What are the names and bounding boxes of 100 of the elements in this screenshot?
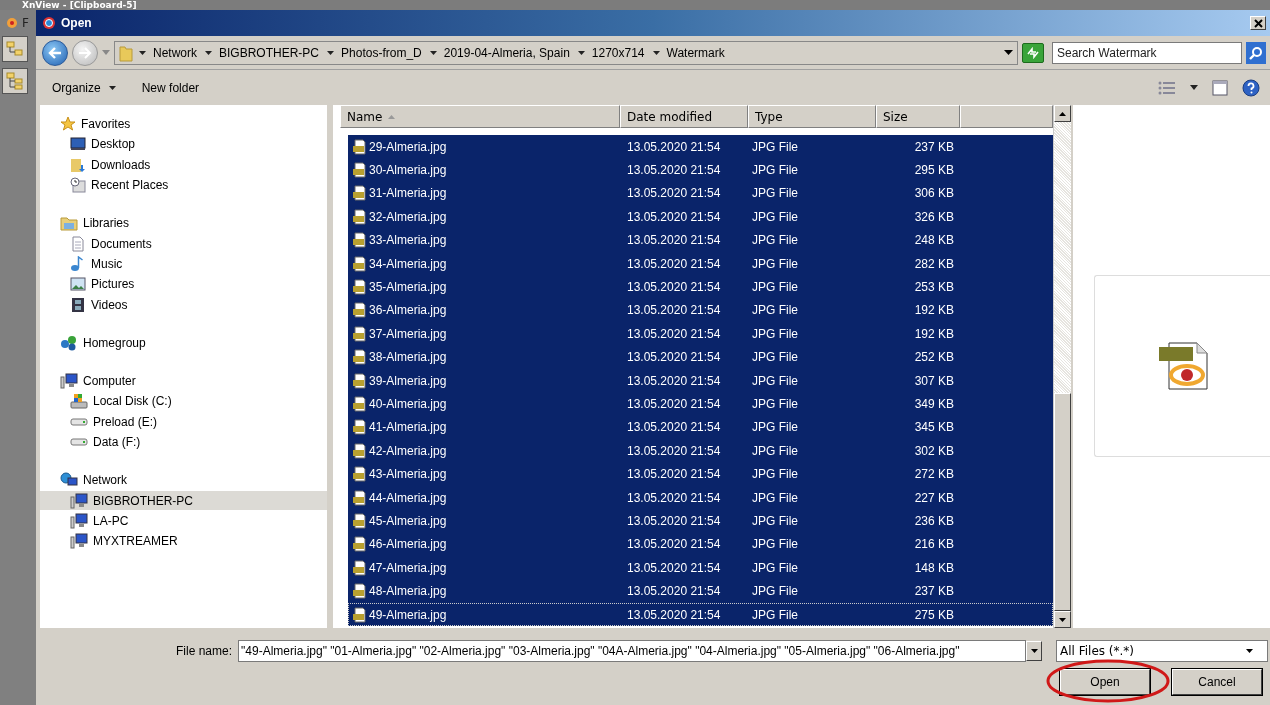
dropdown-button[interactable] [1026,641,1043,661]
file-row[interactable]: 39-Almeria.jpg 13.05.2020 21:54 JPG File 307 KB [348,368,1053,393]
caret-icon[interactable] [652,50,660,55]
table-cell: 272 KB [914,467,954,482]
breadcrumb-item[interactable]: BIGBROTHER-PC [217,45,322,60]
caret-icon[interactable] [429,50,437,55]
column-header[interactable]: Type [748,105,876,128]
table-cell: 192 KB [914,326,954,341]
file-row[interactable]: 38-Almeria.jpg 13.05.2020 21:54 JPG File 252 KB [348,345,1053,369]
file-row[interactable]: 40-Almeria.jpg 13.05.2020 21:54 JPG File 349 KB [348,392,1053,416]
file-row[interactable]: 32-Almeria.jpg 13.05.2020 21:54 JPG File 326 KB [348,205,1053,229]
folder-tree-button[interactable] [2,68,28,94]
breadcrumb-item[interactable]: 1270x714 [589,45,647,60]
close-button[interactable] [1250,16,1266,30]
dialog-button[interactable]: Cancel [1172,669,1262,695]
table-cell: 148 KB [914,560,954,575]
file-row[interactable]: 35-Almeria.jpg 13.05.2020 21:54 JPG File 253 KB [348,275,1053,299]
menu-item[interactable]: F [22,16,29,30]
nav-item[interactable]: Music [40,254,327,274]
forward-button[interactable] [72,39,98,66]
table-cell: 13.05.2020 21:54 [627,373,721,388]
table-cell: 34-Almeria.jpg [369,256,447,271]
nav-item[interactable]: Pictures [40,275,327,294]
breadcrumb-item[interactable]: Network [151,45,199,60]
scrollbar-thumb[interactable] [1054,393,1071,611]
table-cell: 237 KB [914,584,954,599]
nav-item[interactable]: BIGBROTHER-PC [40,491,327,510]
file-row[interactable]: 34-Almeria.jpg 13.05.2020 21:54 JPG File 282 KB [348,251,1053,276]
dialog-button[interactable]: Open [1060,669,1150,695]
nav-item[interactable]: Network [40,471,327,490]
file-row[interactable]: 42-Almeria.jpg 13.05.2020 21:54 JPG File 302 KB [348,439,1053,463]
caret-icon[interactable] [1190,85,1198,90]
nav-item[interactable]: MYXTREAMER [40,532,327,551]
nav-item[interactable]: Recent Places [40,175,327,195]
caret-icon[interactable] [1004,50,1013,55]
table-cell: 47-Almeria.jpg [369,560,447,575]
refresh-button[interactable] [1022,42,1044,63]
nav-item[interactable]: Local Disk (C:) [40,392,327,411]
nav-item[interactable]: Homegroup [40,333,327,352]
file-row[interactable]: 29-Almeria.jpg 13.05.2020 21:54 JPG File 237 KB [348,135,1053,159]
jpg-file-icon [352,396,366,412]
nav-item[interactable]: Desktop [40,135,327,154]
back-button[interactable] [42,39,68,66]
file-row[interactable]: 36-Almeria.jpg 13.05.2020 21:54 JPG File 192 KB [348,298,1053,323]
file-row[interactable]: 47-Almeria.jpg 13.05.2020 21:54 JPG File 148 KB [348,556,1053,580]
caret-icon[interactable] [139,50,146,55]
table-cell: 35-Almeria.jpg [369,280,447,295]
column-header[interactable]: Date modified [620,105,748,128]
breadcrumb-item[interactable]: Watermark [664,45,727,60]
jpg-file-icon [352,302,366,319]
caret-icon[interactable] [327,50,335,55]
search-field[interactable]: Search Watermark [1052,41,1242,64]
table-cell: 326 KB [914,209,954,224]
file-row[interactable]: 44-Almeria.jpg 13.05.2020 21:54 JPG File 227 KB [348,485,1053,510]
column-header[interactable] [960,105,1053,128]
scrollbar[interactable] [1053,105,1071,628]
breadcrumb-item[interactable]: Photos-from_D [339,45,424,60]
toolbar-button[interactable]: Organize [50,78,118,97]
scroll-down-button[interactable] [1054,611,1071,628]
nav-item[interactable]: Data (F:) [40,432,327,452]
file-row[interactable]: 43-Almeria.jpg 13.05.2020 21:54 JPG File 272 KB [348,462,1053,486]
caret-icon[interactable] [577,50,585,55]
nav-item[interactable]: Libraries [40,214,327,233]
file-row[interactable]: 33-Almeria.jpg 13.05.2020 21:54 JPG File 248 KB [348,228,1053,252]
column-header[interactable]: Size [876,105,960,128]
column-header[interactable]: Name [340,105,620,128]
nav-item[interactable]: Downloads [40,155,327,174]
toolbar-button[interactable]: New folder [139,78,202,97]
table-cell: 345 KB [914,420,954,435]
caret-icon[interactable] [205,50,212,55]
file-name-field[interactable]: "49-Almeria.jpg" "01-Almeria.jpg" "02-Almeria.jpg" "03-Almeria.jpg" "04A-Almeria.jpg" "04-Almeria.jpg" "05-Almeria.jpg" "06-Almeria.jpg" [238,640,1027,662]
file-row[interactable]: 48-Almeria.jpg 13.05.2020 21:54 JPG File 237 KB [348,579,1053,603]
table-cell: JPG File [752,513,798,528]
nav-item[interactable]: Computer [40,371,327,391]
search-button[interactable] [1246,41,1266,64]
folder-download-icon [70,156,86,173]
breadcrumb-item[interactable]: 2019-04-Almeria, Spain [441,45,572,60]
table-cell: 13.05.2020 21:54 [627,584,721,599]
table-cell: 13.05.2020 21:54 [627,303,721,318]
file-type-dropdown[interactable]: All Files (*.*) [1056,640,1269,662]
address-bar[interactable]: Network BIGBROTHER-PC Photos-from_D 2019-04-Almeria, Spain 1270x714 Watermark [114,40,1018,65]
scroll-up-button[interactable] [1054,105,1071,122]
table-cell: 13.05.2020 21:54 [627,186,721,201]
nav-item[interactable]: Videos [40,295,327,314]
nav-item[interactable]: Favorites [40,115,327,134]
file-row[interactable]: 30-Almeria.jpg 13.05.2020 21:54 JPG File 295 KB [348,158,1053,182]
file-row[interactable]: 45-Almeria.jpg 13.05.2020 21:54 JPG File 236 KB [348,509,1053,533]
nav-item[interactable]: Documents [40,234,327,253]
table-cell: JPG File [752,163,798,178]
file-row[interactable]: 49-Almeria.jpg 13.05.2020 21:54 JPG File 275 KB [348,602,1053,627]
nav-item[interactable]: Preload (E:) [40,412,327,431]
preview-pane-icon[interactable] [1212,79,1228,96]
file-row[interactable]: 46-Almeria.jpg 13.05.2020 21:54 JPG File 216 KB [348,532,1053,557]
help-icon[interactable] [1242,78,1260,97]
file-row[interactable]: 37-Almeria.jpg 13.05.2020 21:54 JPG File 192 KB [348,322,1053,346]
folder-tree-button[interactable] [2,36,28,62]
nav-item[interactable]: LA-PC [40,511,327,531]
computer-icon [70,492,88,509]
file-row[interactable]: 31-Almeria.jpg 13.05.2020 21:54 JPG File 306 KB [348,181,1053,206]
file-row[interactable]: 41-Almeria.jpg 13.05.2020 21:54 JPG File 345 KB [348,415,1053,440]
